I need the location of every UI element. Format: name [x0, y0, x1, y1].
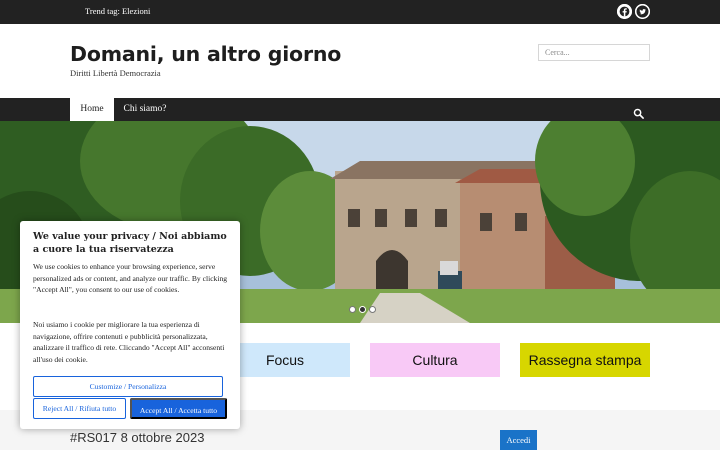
search-icon[interactable]: [633, 104, 644, 119]
post-title[interactable]: #RS017 8 ottobre 2023: [70, 430, 204, 445]
search-input[interactable]: [538, 44, 650, 61]
reject-all-button[interactable]: Reject All / Rifiuta tutto: [33, 398, 126, 419]
customize-button[interactable]: Customize / Personalizza: [33, 376, 223, 397]
slider-dot-3[interactable]: [369, 306, 376, 313]
facebook-icon[interactable]: [617, 4, 632, 19]
trend-tag[interactable]: Trend tag: Elezioni: [85, 6, 150, 16]
main-nav: Home Chi siamo?: [0, 98, 720, 121]
top-bar: Trend tag: Elezioni: [0, 0, 720, 24]
nav-item-home[interactable]: Home: [70, 98, 114, 121]
slider-dot-1[interactable]: [349, 306, 356, 313]
cookie-text-it: Noi usiamo i cookie per migliorare la tu…: [33, 320, 225, 365]
login-button[interactable]: Accedi: [500, 430, 537, 450]
cookie-consent-dialog: We value your privacy / Noi abbiamo a cu…: [20, 221, 240, 429]
site-tagline: Diritti Libertà Democrazia: [70, 68, 161, 78]
cookie-title: We value your privacy / Noi abbiamo a cu…: [33, 231, 227, 255]
site-title[interactable]: Domani, un altro giorno: [70, 42, 341, 66]
category-cultura[interactable]: Cultura: [370, 343, 500, 377]
cookie-text-en: We use cookies to enhance your browsing …: [33, 262, 228, 295]
accept-all-button[interactable]: Accept All / Accetta tutto: [130, 398, 227, 419]
slider-dot-2[interactable]: [359, 306, 366, 313]
twitter-icon[interactable]: [635, 4, 650, 19]
nav-item-chi-siamo[interactable]: Chi siamo?: [114, 98, 176, 121]
category-rassegna-stampa[interactable]: Rassegna stampa: [520, 343, 650, 377]
